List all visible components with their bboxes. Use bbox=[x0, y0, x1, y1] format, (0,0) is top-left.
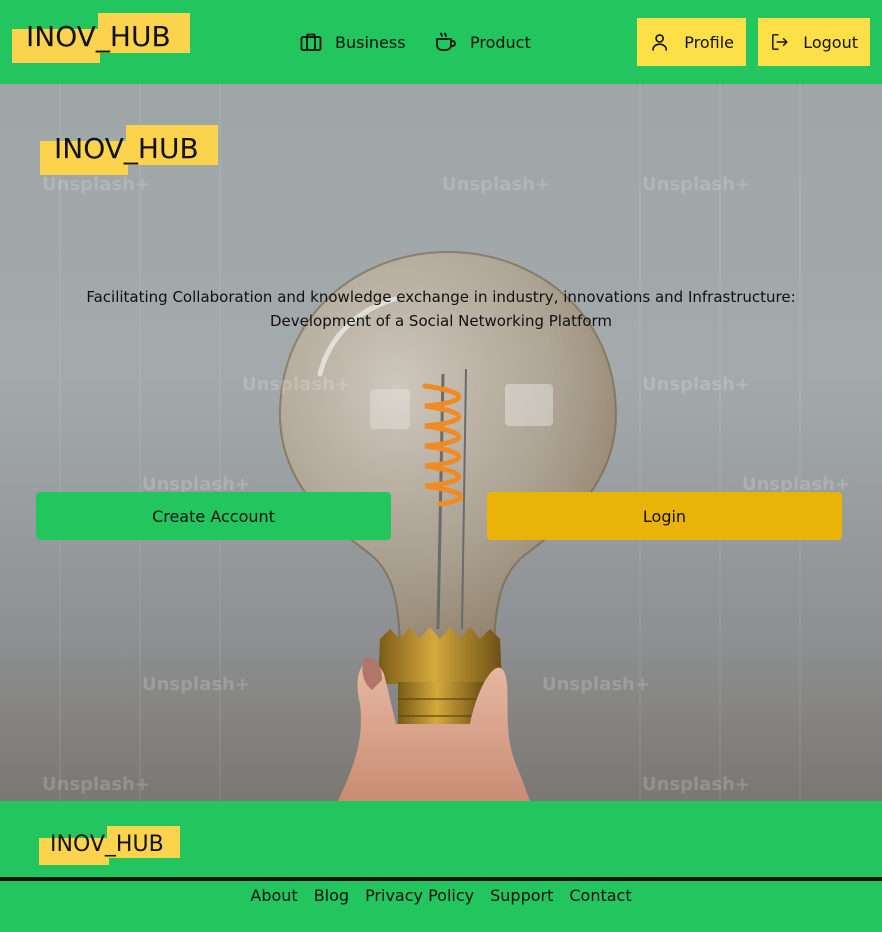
top-navbar: INOV_HUB Business Product Profile Logout bbox=[0, 0, 882, 84]
logo-text: INOV_HUB bbox=[26, 20, 171, 53]
nav-product-link[interactable]: Product bbox=[434, 26, 531, 58]
watermark-text: Unsplash+ bbox=[642, 774, 750, 795]
logo-text: INOV_HUB bbox=[54, 132, 199, 165]
watermark-text: Unsplash+ bbox=[142, 674, 250, 695]
logout-button[interactable]: Logout bbox=[758, 18, 870, 66]
profile-button-label: Profile bbox=[684, 32, 734, 52]
watermark-text: Unsplash+ bbox=[642, 174, 750, 195]
footer-link-privacy-policy[interactable]: Privacy Policy bbox=[365, 884, 474, 910]
login-button[interactable]: Login bbox=[487, 492, 842, 540]
logout-icon bbox=[772, 34, 788, 50]
footer-link-support[interactable]: Support bbox=[490, 884, 553, 910]
create-account-button[interactable]: Create Account bbox=[36, 492, 391, 540]
watermark-text: Unsplash+ bbox=[42, 174, 150, 195]
footer-link-contact[interactable]: Contact bbox=[569, 884, 631, 910]
footer-link-about[interactable]: About bbox=[250, 884, 297, 910]
watermark-text: Unsplash+ bbox=[642, 374, 750, 395]
watermark-text: Unsplash+ bbox=[242, 374, 350, 395]
watermark-text: Unsplash+ bbox=[42, 774, 150, 795]
tagline-line-1: Facilitating Collaboration and knowledge… bbox=[86, 288, 796, 306]
watermark-text: Unsplash+ bbox=[542, 674, 650, 695]
lightbulb-background-image: Unsplash+ Unsplash+ Unsplash+ Unsplash+ … bbox=[42, 84, 850, 801]
footer bbox=[0, 801, 882, 932]
hero-brand-logo: INOV_HUB bbox=[40, 125, 218, 177]
footer-nav: About Blog Privacy Policy Support Contac… bbox=[0, 884, 882, 910]
user-icon bbox=[652, 34, 668, 51]
nav-business-link[interactable]: Business bbox=[299, 26, 406, 58]
profile-button[interactable]: Profile bbox=[637, 18, 746, 66]
briefcase-icon bbox=[300, 33, 322, 51]
brand-logo[interactable]: INOV_HUB bbox=[12, 13, 190, 63]
hero-section: Unsplash+ Unsplash+ Unsplash+ Unsplash+ … bbox=[0, 84, 882, 801]
footer-link-blog[interactable]: Blog bbox=[314, 884, 349, 910]
watermark-text: Unsplash+ bbox=[442, 174, 550, 195]
logout-button-label: Logout bbox=[803, 32, 858, 52]
tagline-line-2: Development of a Social Networking Platf… bbox=[269, 312, 613, 330]
footer-brand-logo[interactable]: INOV_HUB bbox=[39, 826, 180, 866]
coffee-cup-icon bbox=[436, 32, 456, 51]
logo-text: INOV_HUB bbox=[50, 832, 164, 857]
nav-business-label: Business bbox=[335, 32, 406, 52]
nav-product-label: Product bbox=[470, 32, 531, 52]
hero-tagline: Facilitating Collaboration and knowledge… bbox=[60, 285, 822, 333]
footer-divider bbox=[0, 877, 882, 881]
